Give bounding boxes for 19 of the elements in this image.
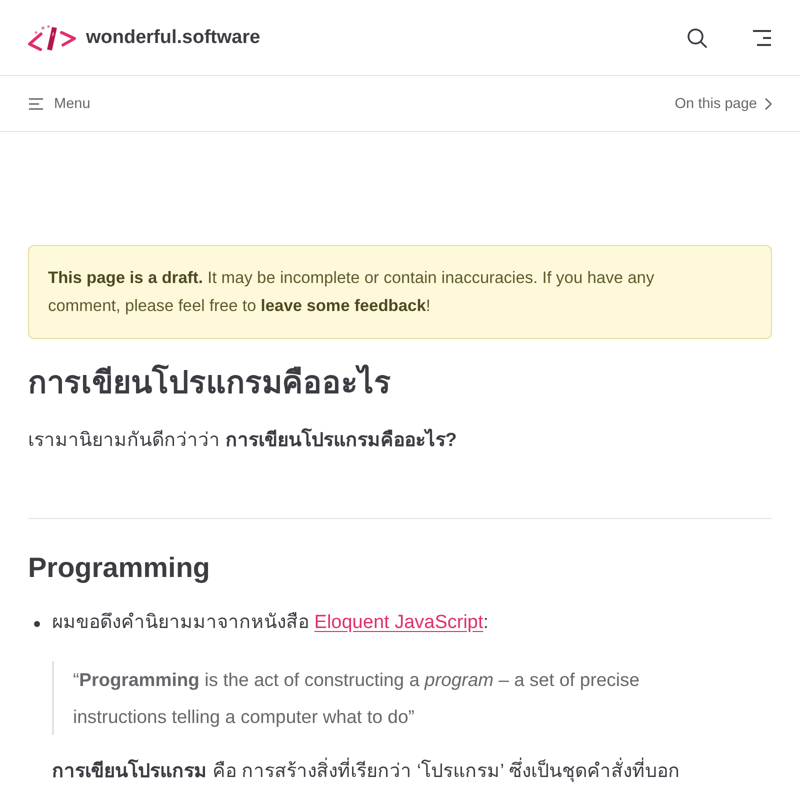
menu-button[interactable]: Menu bbox=[29, 96, 90, 112]
bullet-icon bbox=[34, 621, 40, 627]
chevron-right-icon bbox=[765, 98, 772, 110]
home-link[interactable]: wonderful.software bbox=[28, 24, 260, 50]
search-icon bbox=[687, 28, 707, 48]
intro-text: เรามานิยามกันดีกว่าว่า การเขียนโปรแกรมคืออะไร? bbox=[28, 427, 458, 453]
menu-icon bbox=[752, 30, 772, 46]
on-this-page-button[interactable]: On this page bbox=[674, 96, 772, 112]
list-item-text: ผมขอดึงคำนิยามมาจากหนังสือ Eloquent JavaScript: bbox=[52, 611, 490, 635]
definition-text: การเขียนโปรแกรม คือ การสร้างสิ่งที่เรียกว่า ‘โปรแกรม’ ซึ่งเป็นชุดคำสั่งที่บอก bbox=[52, 758, 772, 786]
menu-icon bbox=[29, 98, 43, 110]
logo-icon bbox=[28, 24, 76, 50]
draft-notice: This page is a draft. It may be incomplete or contain inaccuracies. If you have any comment, please feel free to leave some feedback! bbox=[28, 245, 772, 339]
quote: “Programming is the act of constructing a program – a set of precise instructions telling a computer what to do” bbox=[52, 661, 772, 735]
menu-button[interactable] bbox=[752, 30, 772, 46]
search-button[interactable] bbox=[687, 28, 707, 48]
book-link[interactable]: Eloquent JavaScript bbox=[314, 612, 484, 633]
section-heading: Programming bbox=[28, 551, 212, 585]
page-title: การเขียนโปรแกรมคืออะไร bbox=[28, 364, 392, 402]
